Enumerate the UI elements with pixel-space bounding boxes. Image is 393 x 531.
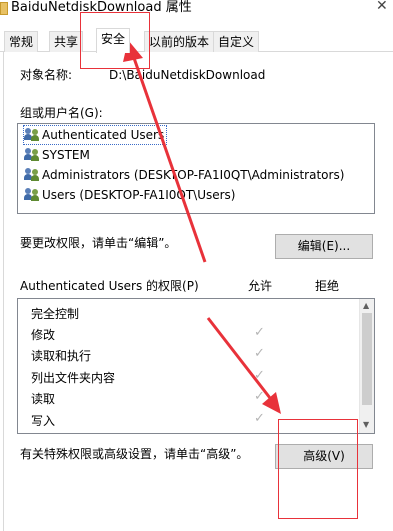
permissions-table: 完全控制 修改 ✓ 读取和执行 ✓ 列出文件夹内容 ✓ 读取 ✓ 写入 ✓ ▲ … <box>17 298 375 434</box>
user-name: SYSTEM <box>42 148 90 162</box>
permission-name: 完全控制 <box>31 307 80 321</box>
list-item[interactable]: Authenticated Users <box>23 125 167 145</box>
scroll-up-icon[interactable]: ▲ <box>363 301 369 310</box>
user-group-icon <box>24 168 40 181</box>
table-row: 读取和执行 ✓ <box>18 344 358 365</box>
permission-name: 读取和执行 <box>31 349 92 363</box>
edit-button[interactable]: 编辑(E)... <box>275 234 373 259</box>
tab-general[interactable]: 常规 <box>4 31 39 52</box>
allow-header: 允许 <box>248 279 273 293</box>
user-name: Authenticated Users <box>42 128 165 142</box>
check-icon: ✓ <box>254 368 265 383</box>
scroll-down-icon[interactable]: ▼ <box>363 420 369 429</box>
permission-name: 列出文件夹内容 <box>31 371 116 385</box>
permission-name: 修改 <box>31 328 56 342</box>
user-name: Administrators (DESKTOP-FA1I0QT\Administ… <box>42 168 345 182</box>
permission-name: 读取 <box>31 392 56 406</box>
scrollbar[interactable]: ▲ ▼ <box>359 299 374 433</box>
check-icon: ✓ <box>254 411 265 426</box>
folder-icon <box>0 2 8 15</box>
perm-title: Authenticated Users 的权限(P) <box>20 279 199 293</box>
user-group-icon <box>24 188 40 201</box>
table-row: 列出文件夹内容 ✓ <box>18 366 358 387</box>
close-icon[interactable]: ✕ <box>376 0 388 14</box>
scroll-thumb[interactable] <box>362 313 372 405</box>
user-group-icon <box>24 128 40 141</box>
change-hint: 要更改权限，请单击“编辑”。 <box>20 236 177 250</box>
annotation-box-advanced <box>278 419 358 519</box>
table-row: 修改 ✓ <box>18 323 358 344</box>
user-group-icon <box>24 148 40 161</box>
list-item[interactable]: SYSTEM <box>24 146 90 164</box>
table-row: 读取 ✓ <box>18 387 358 408</box>
tab-customize[interactable]: 自定义 <box>213 31 260 52</box>
object-name-value: D:\BaiduNetdiskDownload <box>109 68 266 82</box>
tab-previous-versions[interactable]: 以前的版本 <box>144 31 215 52</box>
title-bar: BaiduNetdiskDownload 属性 ✕ <box>0 0 393 22</box>
list-item[interactable]: Users (DESKTOP-FA1I0QT\Users) <box>24 186 235 204</box>
user-list[interactable]: Authenticated Users SYSTEM Administrator… <box>17 123 375 214</box>
user-name: Users (DESKTOP-FA1I0QT\Users) <box>42 188 236 202</box>
list-item[interactable]: Administrators (DESKTOP-FA1I0QT\Administ… <box>24 166 344 184</box>
permission-name: 写入 <box>31 414 56 428</box>
tab-sharing[interactable]: 共享 <box>49 31 84 52</box>
object-name-label: 对象名称: <box>20 68 73 82</box>
check-icon: ✓ <box>254 325 265 340</box>
deny-header: 拒绝 <box>315 279 340 293</box>
check-icon: ✓ <box>254 346 265 361</box>
check-icon: ✓ <box>254 389 265 404</box>
group-label: 组或用户名(G): <box>20 106 103 120</box>
table-row: 完全控制 <box>18 302 358 323</box>
advanced-hint: 有关特殊权限或高级设置，请单击“高级”。 <box>20 447 249 461</box>
tab-security[interactable]: 安全 <box>96 28 131 53</box>
